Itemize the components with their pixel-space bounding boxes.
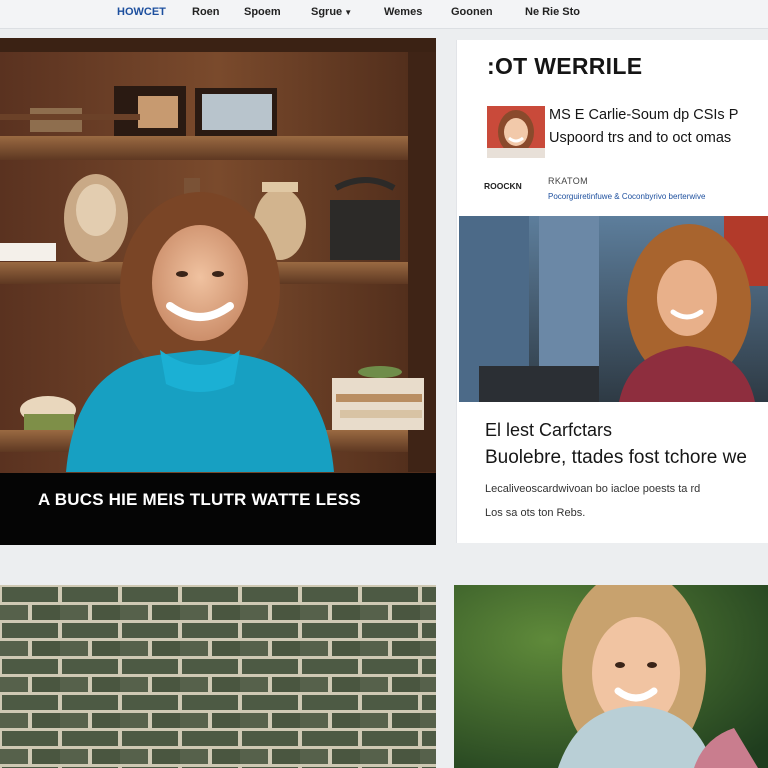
nav-item-goonen[interactable]: Goonen xyxy=(451,6,493,18)
byline-text[interactable]: Pocorguiretinfuwe & Coconbyrivo berterwi… xyxy=(548,192,705,201)
story-image-photo xyxy=(459,216,768,402)
nav-item-sgrue-label: Sgrue xyxy=(311,6,343,18)
hero-caption-bar: A BUCS HIE MEIS TLUTR WATTE LESS xyxy=(0,473,436,545)
hero-caption[interactable]: A BUCS HIE MEIS TLUTR WATTE LESS xyxy=(38,490,361,510)
story-image[interactable] xyxy=(459,216,768,402)
brick-wall-image xyxy=(0,585,436,768)
nav-item-wemes[interactable]: Wemes xyxy=(384,6,422,18)
nav-item-brand[interactable]: HOWCET xyxy=(117,6,166,18)
story-title-line-1[interactable]: El lest Carfctars xyxy=(485,420,612,441)
promo-line-1[interactable]: MS E Carlie-Soum dp CSIs P xyxy=(549,107,738,123)
portrait-image xyxy=(454,585,768,768)
nav-item-roen[interactable]: Roen xyxy=(192,6,220,18)
brick-wall-card[interactable] xyxy=(0,585,436,768)
story-body-line-2: Los sa ots ton Rebs. xyxy=(485,507,586,519)
promo-thumbnail[interactable] xyxy=(487,106,545,158)
story-body-line-1: Lecaliveoscardwivoan bo iacloe poests ta… xyxy=(485,483,701,495)
story-card[interactable]: :OT WERRILE MS E Carlie-Soum dp CSIs P U… xyxy=(456,40,768,543)
story-title-line-2[interactable]: Buolebre, ttades fost tchore we xyxy=(485,447,747,469)
hero-image xyxy=(0,38,436,545)
nav-item-sgrue[interactable]: Sgrue ▼ xyxy=(311,6,352,18)
nav-item-ne-rie-sto[interactable]: Ne Rie Sto xyxy=(525,6,580,18)
hero-story-card[interactable]: A BUCS HIE MEIS TLUTR WATTE LESS xyxy=(0,38,436,545)
byline-logo: ROOCKN xyxy=(484,181,522,191)
top-nav: HOWCET Roen Spoem Sgrue ▼ Wemes Goonen Ne… xyxy=(0,0,768,29)
byline-tag: RKATOM xyxy=(548,176,589,186)
chevron-down-icon: ▼ xyxy=(344,8,353,17)
promo-thumbnail-image xyxy=(487,106,545,158)
story-header: :OT WERRILE xyxy=(487,53,643,79)
promo-line-2[interactable]: Uspoord trs and to oct omas xyxy=(549,130,731,146)
portrait-card[interactable] xyxy=(454,585,768,768)
nav-item-spoem[interactable]: Spoem xyxy=(244,6,281,18)
